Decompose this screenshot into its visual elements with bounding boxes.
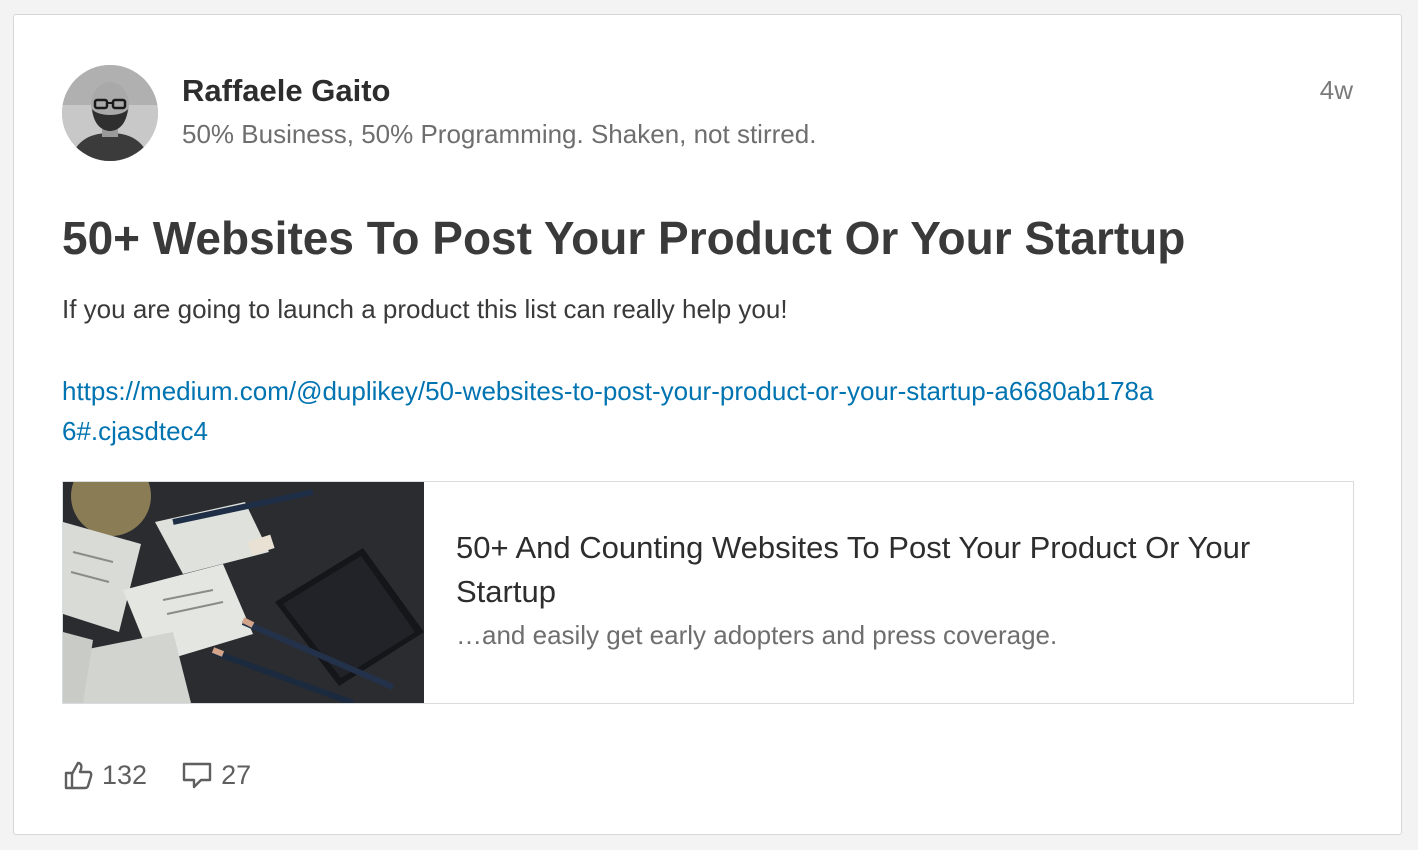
post-actions: 132 27: [62, 759, 285, 791]
preview-image: [63, 482, 424, 703]
avatar-photo: [62, 65, 158, 161]
post-body-text: If you are going to launch a product thi…: [62, 294, 788, 324]
comment-icon: [182, 762, 212, 789]
link-preview-card[interactable]: 50+ And Counting Websites To Post Your P…: [62, 481, 1354, 704]
post-title: 50+ Websites To Post Your Product Or You…: [62, 212, 1186, 264]
author-headline: 50% Business, 50% Programming. Shaken, n…: [182, 119, 817, 149]
preview-description: …and easily get early adopters and press…: [456, 620, 1058, 650]
comment-button[interactable]: 27: [181, 759, 251, 791]
thumbs-up-icon: [64, 761, 93, 790]
author-avatar[interactable]: [62, 65, 158, 161]
like-count: 132: [102, 759, 148, 790]
like-button[interactable]: 132: [62, 759, 147, 791]
preview-thumbnail: [63, 482, 424, 703]
post-timestamp: 4w: [1319, 75, 1353, 105]
preview-title[interactable]: 50+ And Counting Websites To Post Your P…: [456, 526, 1321, 614]
post-link[interactable]: https://medium.com/@duplikey/50-websites…: [62, 371, 1162, 451]
post-card: Raffaele Gaito 50% Business, 50% Program…: [13, 14, 1402, 835]
comment-count: 27: [221, 759, 252, 790]
author-name[interactable]: Raffaele Gaito: [182, 73, 390, 109]
preview-text-block: 50+ And Counting Websites To Post Your P…: [424, 482, 1353, 703]
